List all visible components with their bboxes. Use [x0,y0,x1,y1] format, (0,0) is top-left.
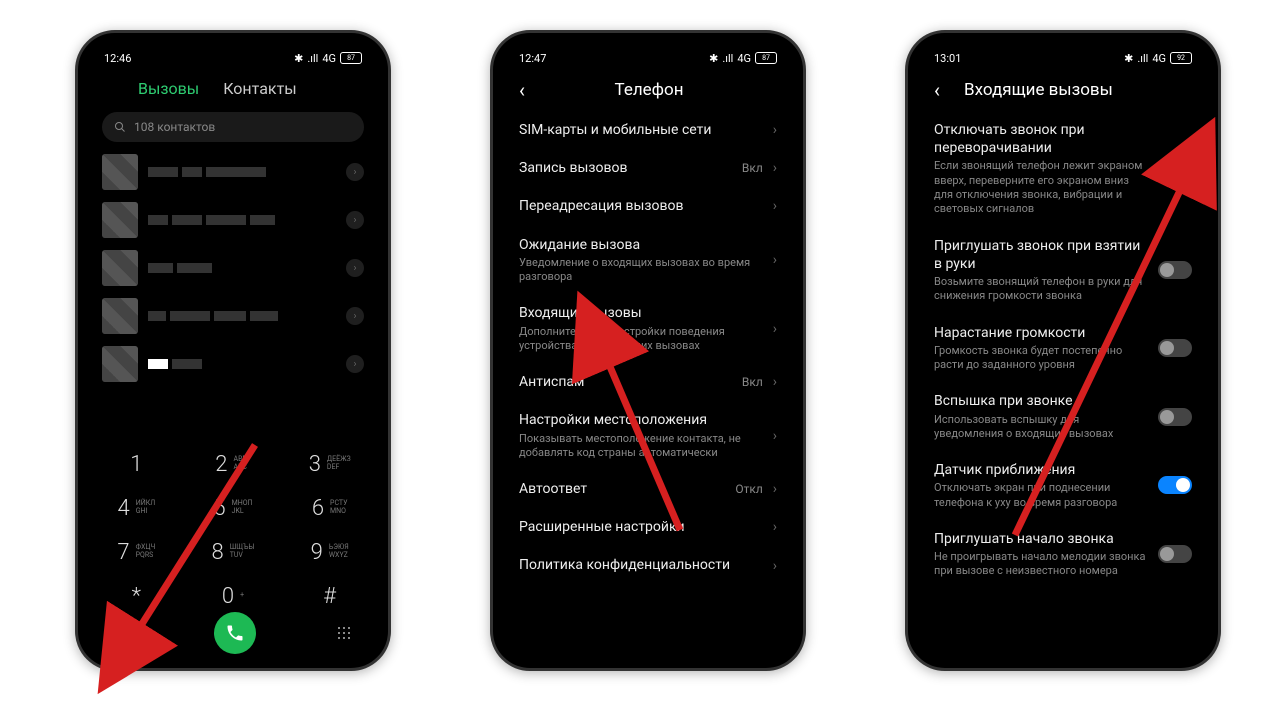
settings-row[interactable]: Расширенные настройки› [503,508,793,546]
toggle-switch[interactable] [1158,476,1192,494]
battery-icon: 92 [1170,52,1192,64]
status-bar: 12:47 ✱ .ıll 4G 87 [503,43,793,69]
settings-row[interactable]: Политика конфиденциальности› [503,546,793,584]
call-row[interactable]: › [88,196,378,244]
chevron-right-icon: › [773,252,777,268]
page-title: Телефон [541,80,757,100]
call-row[interactable]: › [88,244,378,292]
settings-list: SIM-карты и мобильные сети›Запись вызово… [503,111,793,585]
settings-row[interactable]: Запись вызововВкл› [503,149,793,187]
signal-icon: .ıll [1137,52,1148,65]
avatar [102,250,138,286]
back-button[interactable]: ‹ [928,78,946,102]
avatar [102,298,138,334]
phone-settings: 12:47 ✱ .ıll 4G 87 ‹ Телефон SIM-карты и… [490,30,806,671]
dialkey-1[interactable]: 1 [88,442,185,486]
call-row[interactable]: › [88,340,378,388]
status-bar: 13:01 ✱ .ıll 4G 92 [918,43,1208,69]
signal-icon: .ıll [307,52,318,65]
avatar [102,202,138,238]
chevron-right-icon: › [773,428,777,444]
settings-row[interactable]: АнтиспамВкл› [503,363,793,401]
phone-incoming-settings: 13:01 ✱ .ıll 4G 92 ‹ Входящие вызовы Отк… [905,30,1221,671]
chevron-right-icon[interactable]: › [346,355,364,373]
network-label: 4G [737,52,751,65]
chevron-right-icon: › [773,481,777,497]
toggle-switch[interactable] [1158,261,1192,279]
dialkey-2[interactable]: 2ABBГABC [185,442,282,486]
settings-row[interactable]: АвтоответОткл› [503,470,793,508]
status-time: 12:46 [104,52,131,65]
phone-calls: 12:46 ✱ .ıll 4G 87 Вызовы Контакты 108 к… [75,30,391,671]
settings-row: Отключать звонок при переворачиванииЕсли… [918,111,1208,227]
toggle-switch[interactable] [1158,160,1192,178]
settings-row[interactable]: Переадресация вызовов› [503,187,793,225]
back-button[interactable]: ‹ [513,78,531,102]
toggle-switch[interactable] [1158,408,1192,426]
toggle-switch[interactable] [1158,339,1192,357]
settings-row: Приглушать начало звонкаНе проигрывать н… [918,520,1208,589]
phone-icon [225,623,245,643]
settings-row: Датчик приближенияОтключать экран при по… [918,451,1208,520]
signal-icon: .ıll [722,52,733,65]
settings-row[interactable]: Ожидание вызоваУведомление о входящих вы… [503,226,793,295]
settings-row: Нарастание громкостиГромкость звонка буд… [918,314,1208,383]
status-bar: 12:46 ✱ .ıll 4G 87 [88,43,378,69]
bluetooth-icon: ✱ [294,52,303,65]
chevron-right-icon: › [773,198,777,214]
avatar [102,154,138,190]
tab-calls[interactable]: Вызовы [138,79,199,98]
settings-row: Вспышка при звонкеИспользовать вспышку д… [918,382,1208,451]
search-placeholder: 108 контактов [134,120,215,134]
dialkey-7[interactable]: 7ФХЦЧPQRS [88,530,185,574]
settings-row[interactable]: Входящие вызовыДополнительные настройки … [503,294,793,363]
bluetooth-icon: ✱ [709,52,718,65]
status-time: 12:47 [519,52,546,65]
settings-row: Приглушать звонок при взятии в рукиВозьм… [918,227,1208,314]
network-label: 4G [322,52,336,65]
dialpad: 12ABBГABC3ДЕЁЖЗDEF 4ИЙКЛGHI5МНОПJKL6РСТУM… [88,442,378,618]
chevron-right-icon[interactable]: › [346,259,364,277]
settings-row[interactable]: Настройки местоположенияПоказывать место… [503,401,793,470]
status-time: 13:01 [934,52,961,65]
tab-contacts[interactable]: Контакты [223,79,296,98]
dialkey-9[interactable]: 9ЬЭЮЯWXYZ [281,530,378,574]
call-button[interactable] [214,612,256,654]
dialkey-8[interactable]: 8ШЩЪЫTUV [185,530,282,574]
dialkey-3[interactable]: 3ДЕЁЖЗDEF [281,442,378,486]
chevron-right-icon: › [773,122,777,138]
bluetooth-icon: ✱ [1124,52,1133,65]
dialpad-toggle-button[interactable] [338,627,350,639]
tabs: Вызовы Контакты [88,69,378,106]
dialkey-4[interactable]: 4ИЙКЛGHI [88,486,185,530]
settings-list: Отключать звонок при переворачиванииЕсли… [918,111,1208,589]
avatar [102,346,138,382]
chevron-right-icon[interactable]: › [346,211,364,229]
call-list: › › › › › [88,148,378,388]
dialkey-5[interactable]: 5МНОПJKL [185,486,282,530]
call-row[interactable]: › [88,292,378,340]
search-icon [114,121,126,133]
chevron-right-icon: › [773,160,777,176]
network-label: 4G [1152,52,1166,65]
chevron-right-icon[interactable]: › [346,307,364,325]
call-row[interactable]: › [88,148,378,196]
chevron-right-icon: › [773,519,777,535]
battery-icon: 87 [755,52,777,64]
chevron-right-icon: › [773,374,777,390]
menu-button[interactable] [116,629,132,638]
search-input[interactable]: 108 контактов [102,112,364,142]
settings-row[interactable]: SIM-карты и мобильные сети› [503,111,793,149]
chevron-right-icon[interactable]: › [346,163,364,181]
dialkey-6[interactable]: 6РСТУMNO [281,486,378,530]
chevron-right-icon: › [773,558,777,574]
battery-icon: 87 [340,52,362,64]
chevron-right-icon: › [773,321,777,337]
toggle-switch[interactable] [1158,545,1192,563]
page-title: Входящие вызовы [964,80,1113,100]
